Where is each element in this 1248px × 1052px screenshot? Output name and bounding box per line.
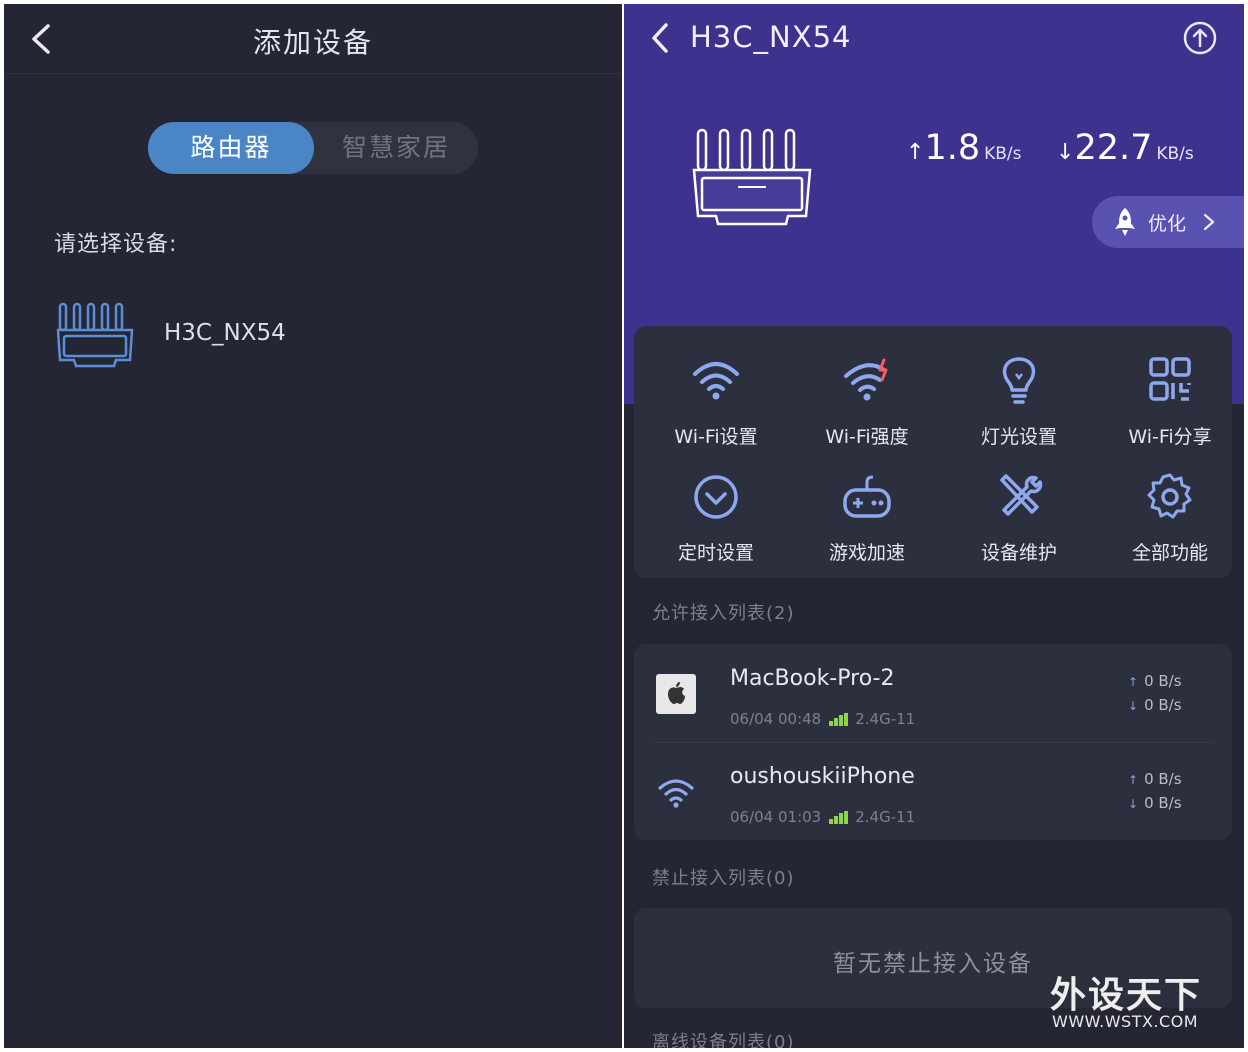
- function-grid: Wi-Fi设置 Wi-Fi强度 灯光设置 Wi-Fi分享 定时设置 游戏加速 设…: [634, 326, 1232, 578]
- device-type-switch: 路由器 智慧家居: [148, 122, 478, 174]
- list-item[interactable]: MacBook-Pro-2 06/04 00:48 2.4G-11 ↑ 0 B/s …: [634, 644, 1232, 743]
- page-title: 添加设备: [252, 26, 373, 59]
- up-arrow-icon: ↑: [1128, 773, 1139, 787]
- gamepad-icon: [843, 475, 891, 518]
- wifi-strength-icon: [844, 358, 888, 401]
- function-label: Wi-Fi分享: [1128, 426, 1212, 448]
- tab-router[interactable]: 路由器: [148, 122, 314, 174]
- down-arrow-icon: ↓: [1128, 797, 1139, 811]
- device-name: H3C_NX54: [164, 320, 286, 346]
- watermark-text: 外设天下: [1050, 975, 1203, 1016]
- rocket-icon: [1115, 208, 1135, 236]
- list-item[interactable]: oushouskiiPhone 06/04 01:03 2.4G-11 ↑ 0 B/…: [634, 742, 1232, 840]
- download-speed-value: 22.7: [1074, 128, 1153, 168]
- function-label: Wi-Fi强度: [825, 426, 909, 448]
- band-label: 2.4G-11: [855, 808, 916, 826]
- download-speed-unit: KB/s: [1156, 144, 1194, 164]
- function-label: 全部功能: [1131, 542, 1208, 564]
- wifi-settings-button[interactable]: Wi-Fi设置: [641, 356, 791, 456]
- upload-speed-value: 1.8: [924, 128, 981, 168]
- device-meta: 06/04 01:03 2.4G-11: [730, 808, 915, 826]
- optimize-label: 优化: [1148, 213, 1187, 235]
- device-name: MacBook-Pro-2: [730, 666, 895, 691]
- router-dashboard-screen: H3C_NX54 ↑1.8 KB/s ↓22.7 KB/s 优化 Wi-Fi设置…: [624, 4, 1244, 1048]
- top-bar: 添加设备: [4, 4, 622, 74]
- wifi-icon: [658, 779, 694, 808]
- watermark: 外设天下 WWW.WSTX.COM: [1050, 966, 1240, 1038]
- router-title: H3C_NX54: [690, 20, 852, 54]
- function-label: 游戏加速: [828, 542, 905, 564]
- connect-time: 06/04 00:48: [730, 710, 822, 728]
- device-item-h3c-nx54[interactable]: H3C_NX54: [54, 298, 574, 374]
- tab-smart-home[interactable]: 智慧家居: [314, 122, 478, 174]
- connect-time: 06/04 01:03: [730, 808, 822, 826]
- router-icon: [56, 302, 134, 368]
- device-maintenance-button[interactable]: 设备维护: [944, 472, 1094, 572]
- download-rate-value: 0 B/s: [1144, 696, 1182, 714]
- device-meta: 06/04 00:48 2.4G-11: [730, 710, 915, 728]
- timer-settings-button[interactable]: 定时设置: [641, 472, 791, 572]
- function-label: 设备维护: [980, 542, 1057, 564]
- all-functions-button[interactable]: 全部功能: [1095, 472, 1244, 572]
- qr-code-icon: [1149, 357, 1191, 401]
- up-arrow-icon: ↑: [1128, 675, 1139, 689]
- apple-icon: [656, 674, 696, 714]
- offline-list-title: 离线设备列表(0): [652, 1032, 795, 1048]
- function-label: 定时设置: [677, 542, 754, 564]
- upload-rate-value: 0 B/s: [1144, 672, 1182, 690]
- upload-rate: ↑ 0 B/s: [1128, 672, 1182, 690]
- tools-icon: [1000, 474, 1043, 516]
- download-rate-value: 0 B/s: [1144, 794, 1182, 812]
- upload-rate: ↑ 0 B/s: [1128, 770, 1182, 788]
- download-rate: ↓ 0 B/s: [1128, 794, 1182, 812]
- back-arrow-icon[interactable]: [646, 20, 674, 56]
- function-label: Wi-Fi设置: [674, 426, 758, 448]
- function-label: 灯光设置: [980, 426, 1057, 448]
- chevron-right-icon: [1203, 213, 1215, 231]
- upload-rate-value: 0 B/s: [1144, 770, 1182, 788]
- game-boost-button[interactable]: 游戏加速: [792, 472, 942, 572]
- down-arrow-icon: ↓: [1128, 699, 1139, 713]
- wifi-strength-button[interactable]: Wi-Fi强度: [792, 356, 942, 456]
- light-settings-button[interactable]: 灯光设置: [944, 356, 1094, 456]
- allowed-list-title: 允许接入列表(2): [652, 603, 795, 624]
- gear-icon: [1147, 473, 1192, 519]
- upload-arrow-icon: ↑: [906, 140, 925, 165]
- signal-icon: [829, 713, 849, 726]
- download-rate: ↓ 0 B/s: [1128, 696, 1182, 714]
- optimize-button[interactable]: 优化: [1092, 196, 1244, 248]
- device-name: oushouskiiPhone: [730, 764, 915, 789]
- watermark-url: WWW.WSTX.COM: [1052, 1012, 1199, 1031]
- select-device-label: 请选择设备:: [54, 232, 178, 257]
- upload-speed-unit: KB/s: [984, 144, 1022, 164]
- upgrade-icon[interactable]: [1182, 20, 1218, 56]
- wifi-icon: [693, 362, 739, 400]
- bulb-icon: [1002, 357, 1036, 404]
- signal-icon: [829, 811, 849, 824]
- upload-speed: ↑1.8 KB/s: [906, 128, 1022, 168]
- wifi-share-button[interactable]: Wi-Fi分享: [1095, 356, 1244, 456]
- clock-icon: [694, 475, 738, 519]
- download-speed: ↓22.7 KB/s: [1056, 128, 1194, 168]
- download-arrow-icon: ↓: [1056, 140, 1075, 165]
- router-image: [692, 128, 812, 226]
- allowed-device-list: MacBook-Pro-2 06/04 00:48 2.4G-11 ↑ 0 B/s …: [634, 644, 1232, 840]
- band-label: 2.4G-11: [855, 710, 916, 728]
- add-device-screen: 添加设备 路由器 智慧家居 请选择设备: H3C_NX54: [4, 4, 622, 1048]
- blocked-list-title: 禁止接入列表(0): [652, 868, 795, 889]
